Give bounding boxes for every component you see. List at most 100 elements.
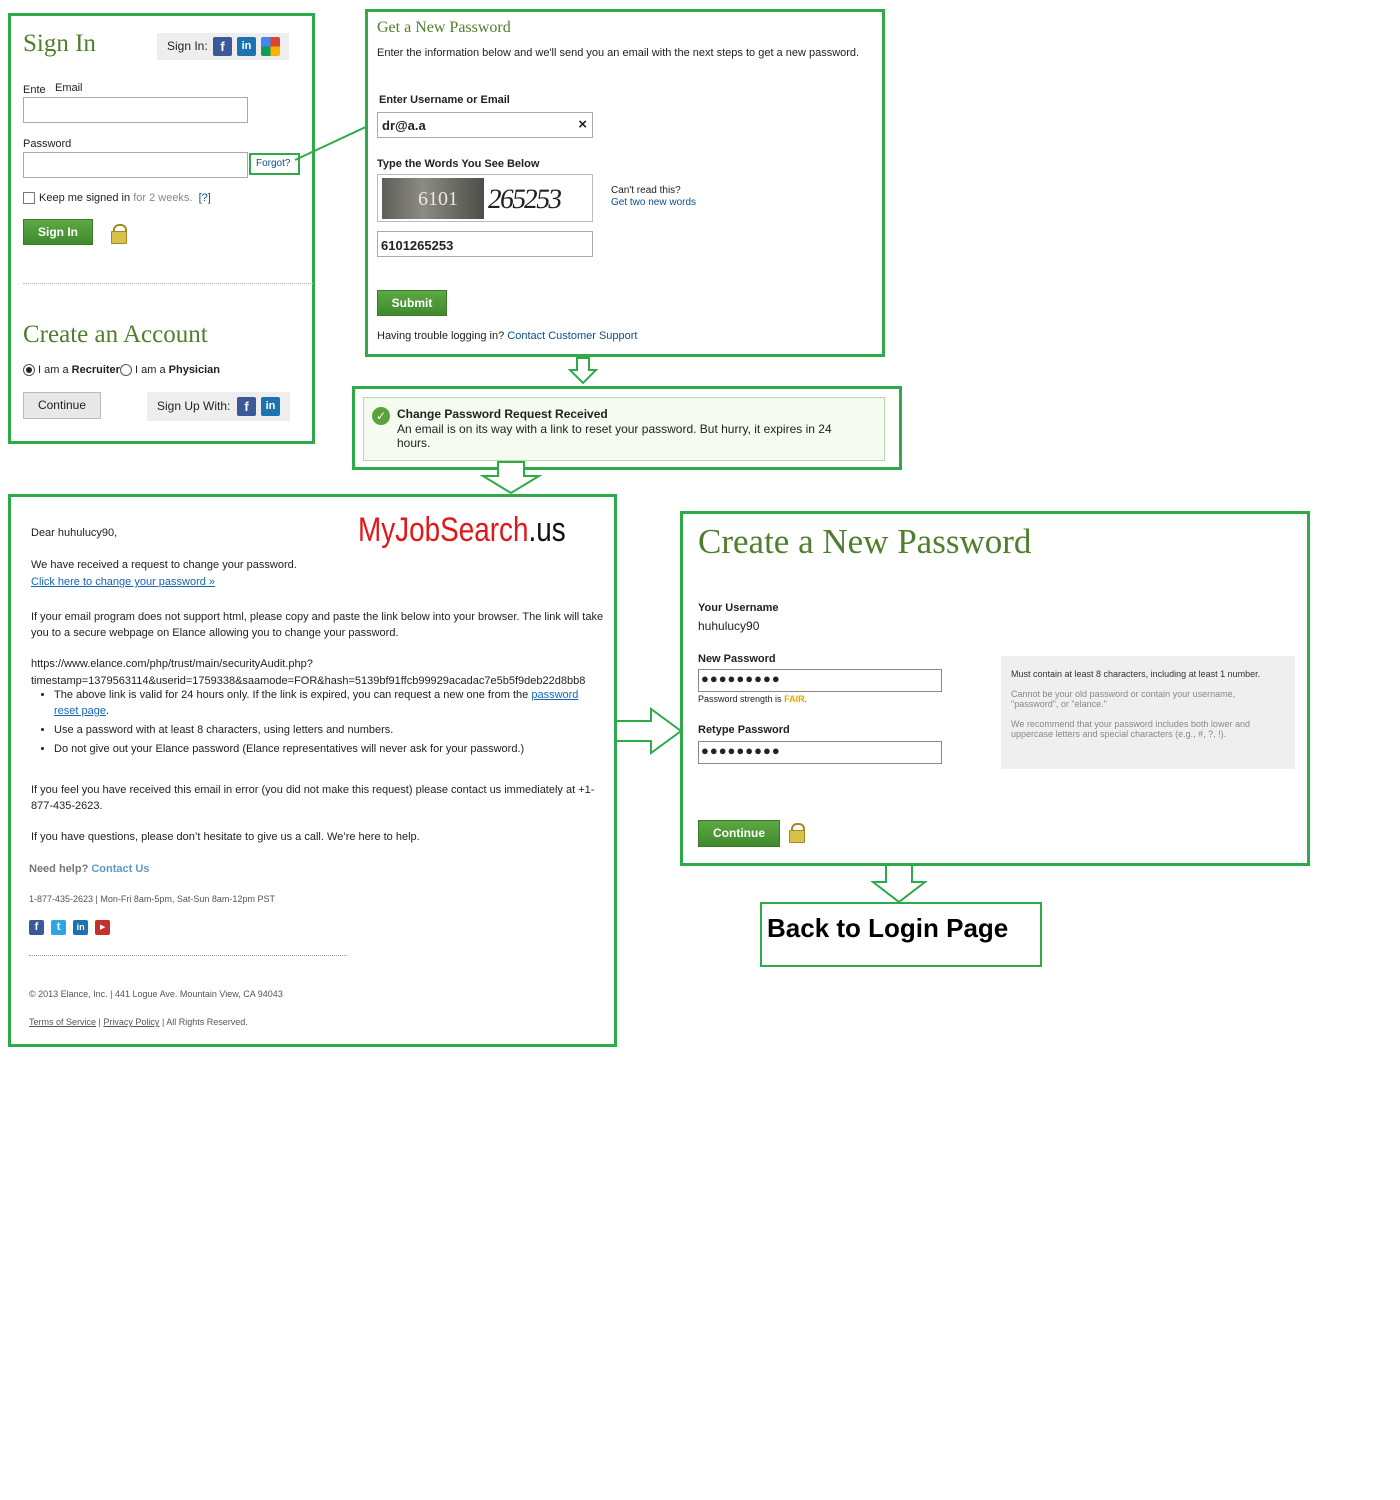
your-username-label: Your Username [698, 602, 779, 614]
new-password-label: New Password [698, 653, 776, 665]
bullet-item: Use a password with at least 8 character… [54, 722, 601, 738]
retype-password-label: Retype Password [698, 724, 790, 736]
facebook-icon[interactable]: f [29, 920, 44, 935]
username-value: dr@a.a [382, 118, 426, 133]
captcha-image: 6101 265253 [377, 174, 593, 222]
youtube-icon[interactable]: ▶ [95, 920, 111, 935]
copyright: © 2013 Elance, Inc. | 441 Logue Ave. Mou… [29, 989, 283, 999]
arrow-down-icon [480, 461, 542, 495]
twitter-icon[interactable]: t [51, 920, 67, 935]
submit-button[interactable]: Submit [377, 290, 447, 316]
terms-link[interactable]: Terms of Service [29, 1017, 96, 1027]
signin-social-box: Sign In: f in [157, 33, 289, 60]
confirmation-panel: ✓ Change Password Request Received An em… [352, 386, 902, 470]
arrow-down-icon [568, 357, 598, 385]
signin-panel: Sign In Sign In: f in Ente Email Passwor… [8, 13, 315, 444]
email-bullets: The above link is valid for 24 hours onl… [31, 687, 601, 757]
radio-recruiter[interactable] [23, 364, 35, 376]
captcha-word1: 6101 [418, 188, 458, 210]
hint-2: Cannot be your old password or contain y… [1011, 689, 1236, 709]
facebook-icon[interactable]: f [237, 397, 256, 416]
confirmation-title: Change Password Request Received [397, 407, 608, 421]
facebook-icon[interactable]: f [213, 37, 232, 56]
trouble-text: Having trouble logging in? [377, 330, 505, 342]
footer-links: Terms of Service | Privacy Policy | All … [29, 1017, 248, 1027]
signin-with-label: Sign In: [167, 39, 208, 53]
username-label: Enter Username or Email [379, 94, 510, 106]
captcha-word2: 265253 [485, 184, 563, 215]
recruiter-text: Recruiter [71, 364, 120, 376]
new-words-link[interactable]: Get two new words [611, 197, 696, 208]
bullet-item: Do not give out your Elance password (El… [54, 741, 601, 757]
divider [23, 283, 313, 284]
email-label-partial: Ente [23, 84, 46, 96]
rights-text: | All Rights Reserved. [161, 1017, 248, 1027]
contact-us-link[interactable]: Contact Us [91, 863, 149, 875]
email-url-line2: timestamp=1379563114&userid=1759338&saam… [31, 675, 586, 687]
signup-social-box: Sign Up With: f in [147, 392, 290, 421]
radio-physician-label: I am a Physician [135, 364, 220, 376]
back-to-login-label[interactable]: Back to Login Page [767, 913, 1008, 944]
email-p4: If you have questions, please don’t hesi… [31, 831, 420, 843]
social-icons: f t in ▶ [29, 920, 111, 935]
support-link[interactable]: Contact Customer Support [507, 330, 637, 342]
signup-with-label: Sign Up With: [157, 399, 231, 413]
confirmation-box: ✓ Change Password Request Received An em… [363, 397, 885, 461]
need-help-text: Need help? [29, 863, 89, 875]
linkedin-icon[interactable]: in [73, 920, 89, 935]
email-p2: If your email program does not support h… [31, 611, 604, 639]
password-input[interactable] [23, 152, 248, 178]
lock-icon [111, 224, 127, 244]
arrow-right-icon [615, 707, 683, 755]
separator: | [98, 1017, 101, 1027]
clear-icon[interactable]: × [578, 116, 587, 133]
signin-button[interactable]: Sign In [23, 219, 93, 245]
create-password-title: Create a New Password [698, 522, 1032, 561]
back-to-login-box[interactable]: Back to Login Page [760, 902, 1042, 967]
linkedin-icon[interactable]: in [261, 397, 280, 416]
captcha-photo: 6101 [382, 178, 484, 219]
new-password-value: ●●●●●●●●● [701, 671, 781, 686]
strength-line: Password strength is FAIR. [698, 694, 807, 704]
signin-title: Sign In [23, 30, 96, 57]
need-help-line: Need help? Contact Us [29, 863, 149, 875]
retype-password-input[interactable]: ●●●●●●●●● [698, 741, 942, 764]
hint-1: Must contain at least 8 characters, incl… [1011, 669, 1261, 679]
change-password-link[interactable]: Click here to change your password » [31, 576, 215, 588]
radio-physician[interactable] [120, 364, 132, 376]
strength-prefix: Password strength is [698, 694, 782, 704]
get-new-password-panel: Get a New Password Enter the information… [365, 9, 885, 357]
captcha-label: Type the Words You See Below [377, 158, 540, 170]
physician-text: Physician [168, 364, 220, 376]
check-icon: ✓ [372, 407, 390, 425]
privacy-link[interactable]: Privacy Policy [103, 1017, 159, 1027]
email-panel: Dear huhulucy90, MyJobSearch.us We have … [8, 494, 617, 1047]
arrow-down-icon [870, 864, 928, 904]
email-p3: If you feel you have received this email… [31, 784, 595, 812]
linkedin-icon[interactable]: in [237, 37, 256, 56]
captcha-input[interactable]: 6101265253 [377, 231, 593, 257]
help-link[interactable]: [?] [199, 192, 211, 204]
bullet1-end: . [105, 705, 110, 717]
captcha-value: 6101265253 [381, 238, 454, 253]
bullet1-text: The above link is valid for 24 hours onl… [54, 689, 529, 701]
continue-button[interactable]: Continue [698, 820, 780, 847]
email-input[interactable] [23, 97, 248, 123]
radio-recruiter-label: I am a Recruiter [38, 364, 120, 376]
bullet-item: The above link is valid for 24 hours onl… [54, 687, 601, 719]
strength-suffix: . [804, 694, 808, 704]
password-hints: Must contain at least 8 characters, incl… [1001, 656, 1295, 769]
get-new-password-title: Get a New Password [377, 19, 511, 36]
new-password-input[interactable]: ●●●●●●●●● [698, 669, 942, 692]
continue-button[interactable]: Continue [23, 392, 101, 419]
keep-signed-checkbox[interactable] [23, 192, 35, 204]
watermark: MyJobSearch.us [358, 511, 566, 550]
email-greeting: Dear huhulucy90, [31, 527, 118, 539]
email-label: Email [55, 82, 83, 94]
trouble-line: Having trouble logging in? Contact Custo… [377, 330, 638, 342]
create-password-panel: Create a New Password Your Username huhu… [680, 511, 1310, 866]
username-input[interactable]: dr@a.a × [377, 112, 593, 138]
cant-read-label: Can't read this? [611, 185, 681, 196]
google-icon[interactable] [261, 37, 280, 56]
forgot-link[interactable]: Forgot? [256, 158, 290, 169]
